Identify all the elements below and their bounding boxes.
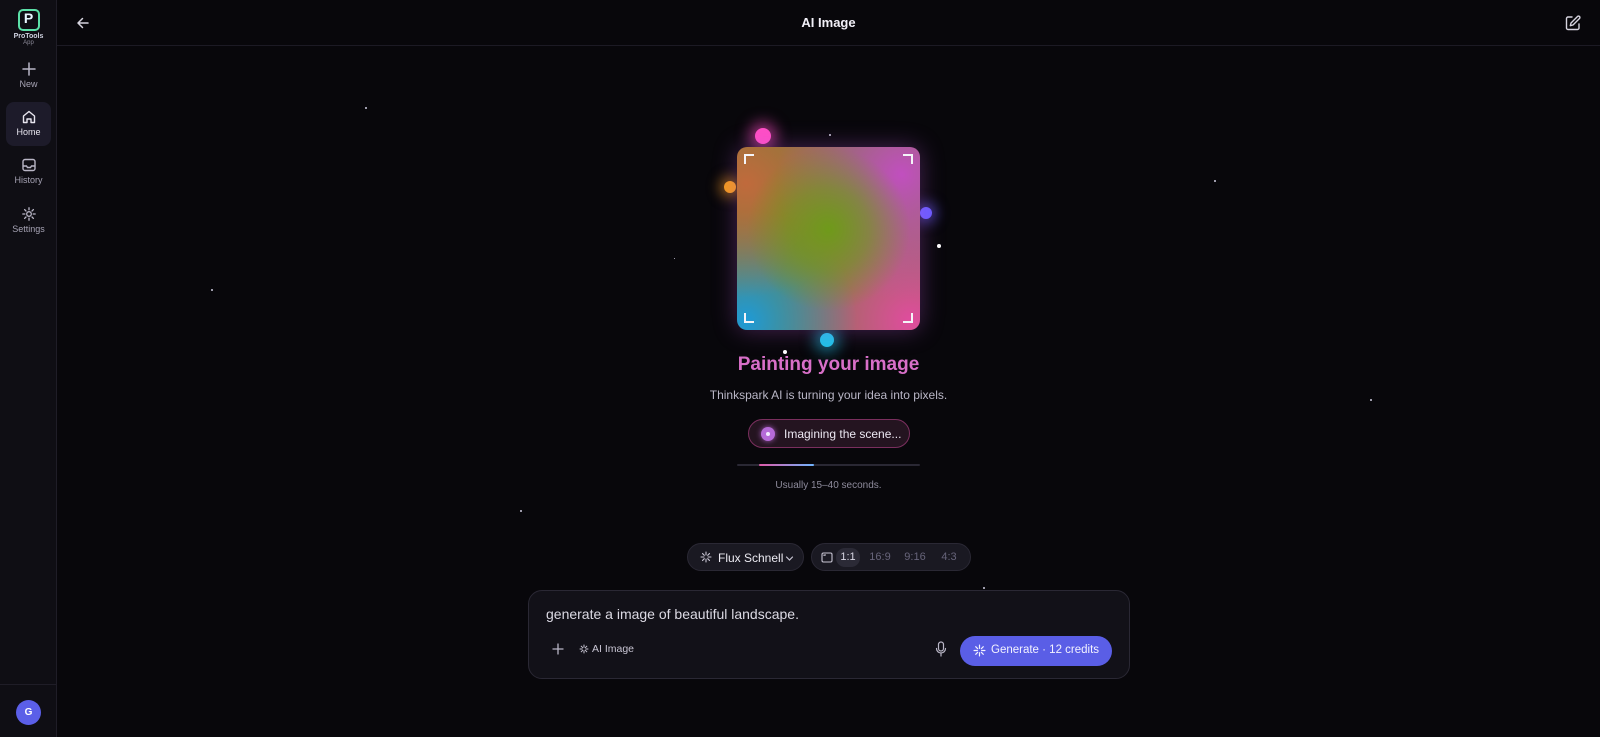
sidebar-item-label: Home	[16, 127, 41, 137]
model-label: Flux Schnell	[718, 551, 784, 565]
sidebar: ProTools App New Home History Settings G	[0, 0, 57, 737]
chevron-down-icon	[785, 556, 794, 561]
app-name-sub: App	[23, 40, 34, 46]
star-decoration	[674, 258, 675, 259]
image-preview	[737, 147, 920, 330]
sidebar-item-new[interactable]: New	[6, 54, 51, 98]
star-decoration	[365, 107, 367, 109]
generate-label: Generate · 12 credits	[991, 644, 1100, 656]
plus-icon	[552, 643, 564, 655]
microphone-button[interactable]	[933, 640, 949, 658]
prompt-composer: AI Image Generate · 12 credits	[528, 590, 1130, 679]
frame-corner	[903, 154, 913, 164]
sidebar-item-history[interactable]: History	[6, 150, 51, 194]
glow-orb	[755, 128, 771, 144]
preview-gradient	[737, 147, 920, 330]
gear-icon	[21, 207, 36, 221]
generation-stage: Imagining the scene...	[784, 427, 902, 441]
frame-corner	[744, 313, 754, 323]
plus-icon	[21, 62, 36, 76]
star-decoration	[520, 510, 522, 512]
ratio-option-16-9[interactable]: 16:9	[865, 548, 895, 567]
generation-subtitle: Thinkspark AI is turning your idea into …	[709, 388, 948, 402]
spinner-icon	[761, 427, 775, 441]
sidebar-item-label: History	[14, 175, 43, 185]
aspect-ratio-group: 1:1 16:9 9:16 4:3	[811, 543, 971, 571]
glow-orb	[820, 333, 834, 347]
model-select[interactable]: Flux Schnell	[687, 543, 804, 571]
sidebar-item-home[interactable]: Home	[6, 102, 51, 146]
sidebar-item-label: New	[19, 79, 38, 89]
mode-label: AI Image	[592, 643, 635, 655]
app-logo[interactable]: ProTools App	[0, 9, 57, 46]
generation-stage-badge: Imagining the scene...	[748, 419, 910, 448]
glow-orb	[724, 181, 736, 193]
star-decoration	[211, 289, 213, 291]
aspect-ratio-icon	[821, 552, 833, 563]
star-decoration	[983, 587, 985, 589]
inbox-icon	[21, 158, 36, 172]
eta-text: Usually 15–40 seconds.	[775, 480, 882, 491]
glow-orb	[920, 207, 932, 219]
ratio-option-1-1[interactable]: 1:1	[836, 548, 860, 567]
star-decoration	[829, 134, 831, 136]
star-decoration	[937, 244, 941, 248]
sidebar-item-settings[interactable]: Settings	[6, 199, 51, 243]
sidebar-item-label: Settings	[12, 224, 45, 234]
edit-button[interactable]	[1562, 12, 1584, 34]
frame-corner	[744, 154, 754, 164]
logo-icon	[17, 9, 40, 31]
page-title: AI Image	[801, 15, 856, 30]
microphone-icon	[935, 641, 947, 657]
app-name: ProTools	[13, 33, 44, 40]
home-icon	[22, 110, 35, 124]
prompt-input[interactable]	[546, 606, 1106, 622]
sparkle-icon	[579, 644, 589, 654]
progress-fill	[758, 464, 814, 466]
add-attachment-button[interactable]	[550, 641, 566, 657]
sidebar-divider	[0, 684, 57, 685]
frame-corner	[903, 313, 913, 323]
ratio-option-9-16[interactable]: 9:16	[900, 548, 930, 567]
sparkle-icon	[973, 644, 986, 657]
progress-bar	[737, 464, 920, 466]
generation-title: Painting your image	[737, 354, 920, 375]
top-bar: AI Image	[57, 0, 1600, 46]
ratio-option-4-3[interactable]: 4:3	[936, 548, 962, 567]
sparkle-icon	[700, 551, 712, 563]
avatar[interactable]: G	[16, 700, 41, 725]
star-decoration	[1214, 180, 1216, 182]
edit-icon	[1565, 15, 1581, 31]
generate-button[interactable]: Generate · 12 credits	[960, 636, 1112, 666]
